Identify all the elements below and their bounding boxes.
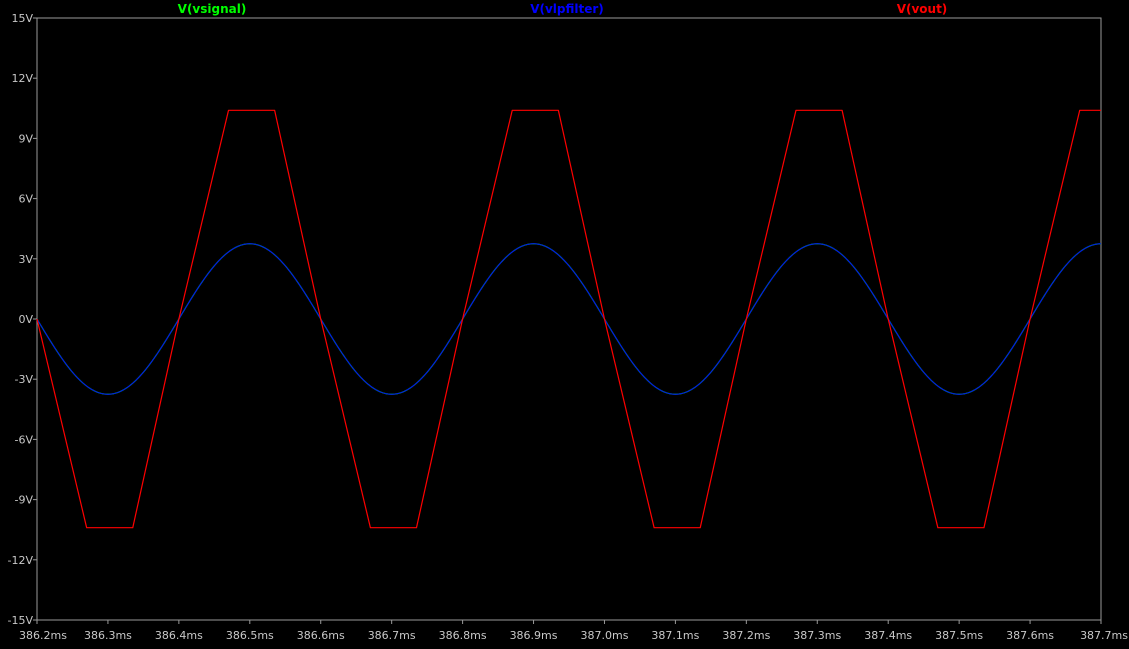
- y-tick-label: -6V: [15, 433, 34, 446]
- x-tick-label: 386.5ms: [226, 629, 274, 642]
- x-tick-label: 387.7ms: [1080, 629, 1128, 642]
- x-tick-label: 386.4ms: [155, 629, 203, 642]
- x-tick-label: 386.3ms: [84, 629, 132, 642]
- y-tick-label: 12V: [11, 72, 33, 85]
- chart-svg[interactable]: 15V 12V 9V 6V 3V 0V -3V -6V -9V -12V -15V 386.2ms 3…: [0, 0, 1129, 645]
- y-tick-label: 9V: [18, 132, 33, 145]
- x-tick-label: 386.6ms: [297, 629, 345, 642]
- x-tick-label: 386.9ms: [510, 629, 558, 642]
- y-tick-label: -3V: [15, 373, 34, 386]
- plot-background: [0, 0, 1129, 645]
- y-tick-label: -9V: [15, 494, 34, 507]
- y-tick-label: -15V: [8, 614, 34, 627]
- x-tick-label: 387.1ms: [651, 629, 699, 642]
- legend-label[interactable]: V(vsignal): [178, 2, 247, 16]
- x-tick-label: 387.6ms: [1006, 629, 1054, 642]
- legend-label[interactable]: V(vout): [897, 2, 948, 16]
- x-tick-label: 387.2ms: [722, 629, 770, 642]
- y-tick-label: 3V: [18, 253, 33, 266]
- x-tick-label: 386.7ms: [368, 629, 416, 642]
- legend-label[interactable]: V(vlpfilter): [530, 2, 604, 16]
- y-tick-label: 15V: [11, 12, 33, 25]
- y-tick-label: 0V: [18, 313, 33, 326]
- x-tick-label: 386.8ms: [439, 629, 487, 642]
- x-tick-label: 387.4ms: [864, 629, 912, 642]
- x-tick-label: 386.2ms: [19, 629, 67, 642]
- x-tick-label: 387.3ms: [793, 629, 841, 642]
- y-tick-label: 6V: [18, 193, 33, 206]
- x-tick-label: 387.0ms: [580, 629, 628, 642]
- waveform-plot[interactable]: 15V 12V 9V 6V 3V 0V -3V -6V -9V -12V -15V 386.2ms 3…: [0, 0, 1129, 645]
- y-tick-label: -12V: [8, 554, 34, 567]
- x-tick-label: 387.5ms: [935, 629, 983, 642]
